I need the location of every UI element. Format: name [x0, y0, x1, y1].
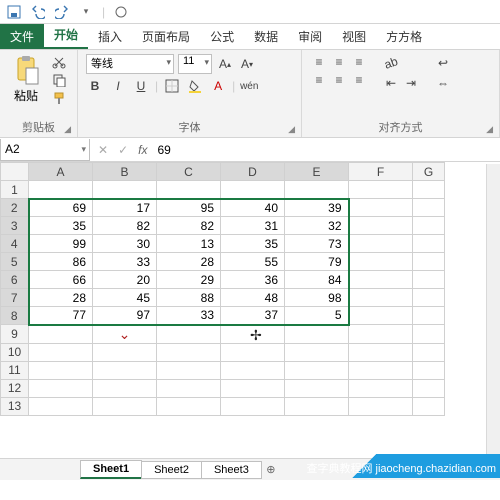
tab-extra[interactable]: 方方格	[376, 24, 432, 49]
col-header[interactable]: E	[285, 163, 349, 181]
tab-insert[interactable]: 插入	[88, 24, 132, 49]
row-header[interactable]: 9	[1, 325, 29, 344]
chevron-down-icon: ⌄	[93, 326, 156, 343]
quick-access-toolbar: ▾ |	[0, 0, 500, 24]
group-clipboard: 粘贴 剪贴板◢	[0, 50, 78, 137]
col-header[interactable]: G	[413, 163, 445, 181]
touch-mode-icon[interactable]	[113, 4, 129, 20]
active-cell[interactable]: 69	[29, 199, 93, 217]
row-header[interactable]: 12	[1, 379, 29, 397]
align-top-icon[interactable]: ≡	[310, 54, 328, 70]
row-header[interactable]: 3	[1, 217, 29, 235]
cut-icon[interactable]	[50, 54, 68, 70]
formula-value[interactable]: 69	[155, 143, 172, 157]
col-header[interactable]: F	[349, 163, 413, 181]
copy-icon[interactable]	[50, 72, 68, 88]
row-header[interactable]: 1	[1, 181, 29, 199]
dialog-launcher-icon[interactable]: ◢	[486, 124, 493, 135]
row-header[interactable]: 6	[1, 271, 29, 289]
tab-file[interactable]: 文件	[0, 24, 44, 49]
cancel-icon[interactable]: ✕	[98, 143, 108, 157]
indent-decrease-icon[interactable]: ⇤	[382, 74, 400, 92]
vertical-scrollbar[interactable]	[486, 164, 500, 456]
row-header[interactable]: 5	[1, 253, 29, 271]
grow-font-icon[interactable]: A▴	[216, 55, 234, 73]
align-center-icon[interactable]: ≡	[330, 72, 348, 88]
italic-button[interactable]: I	[109, 77, 127, 95]
underline-button[interactable]: U	[132, 77, 150, 95]
sheet-tab[interactable]: Sheet2	[141, 461, 202, 479]
tab-view[interactable]: 视图	[332, 24, 376, 49]
merge-center-icon[interactable]: ⇔	[434, 74, 452, 92]
sheet-tab[interactable]: Sheet1	[80, 460, 142, 479]
row-header[interactable]: 8	[1, 307, 29, 325]
formula-bar: A2 ✕ ✓ fx 69	[0, 138, 500, 162]
tab-formulas[interactable]: 公式	[200, 24, 244, 49]
font-name-select[interactable]: 等线	[86, 54, 174, 74]
align-grid: ≡≡≡ ≡≡≡	[310, 54, 368, 88]
phonetic-icon[interactable]: wén	[240, 77, 258, 95]
row-header[interactable]: 2	[1, 199, 29, 217]
font-color-icon[interactable]: A	[209, 77, 227, 95]
paste-button[interactable]: 粘贴	[8, 54, 44, 106]
tab-layout[interactable]: 页面布局	[132, 24, 200, 49]
save-icon[interactable]	[6, 4, 22, 20]
group-alignment: ≡≡≡ ≡≡≡ ab ⇤ ⇥ ↩ ⇔ 对齐方式◢	[302, 50, 500, 137]
grid[interactable]: A B C D E F G 1 26917954039 33582823132 …	[0, 162, 445, 416]
shrink-font-icon[interactable]: A▾	[238, 55, 256, 73]
tab-review[interactable]: 审阅	[288, 24, 332, 49]
orientation-icon[interactable]: ab	[379, 51, 402, 74]
undo-icon[interactable]	[30, 4, 46, 20]
name-box[interactable]: A2	[0, 139, 90, 161]
align-right-icon[interactable]: ≡	[350, 72, 368, 88]
col-header[interactable]: C	[157, 163, 221, 181]
wrap-text-icon[interactable]: ↩	[434, 54, 452, 72]
group-label-font: 字体◢	[86, 118, 293, 135]
col-header[interactable]: D	[221, 163, 285, 181]
col-header[interactable]: A	[29, 163, 93, 181]
ribbon-tabs: 文件 开始 插入 页面布局 公式 数据 审阅 视图 方方格	[0, 24, 500, 50]
tab-data[interactable]: 数据	[244, 24, 288, 49]
paste-label: 粘贴	[14, 87, 38, 104]
row-header[interactable]: 10	[1, 343, 29, 361]
borders-icon[interactable]	[163, 77, 181, 95]
row-header[interactable]: 13	[1, 397, 29, 415]
enter-icon[interactable]: ✓	[118, 143, 128, 157]
select-all-corner[interactable]	[1, 163, 29, 181]
fill-color-icon[interactable]	[186, 77, 204, 95]
qat-more-icon[interactable]: ▾	[78, 4, 94, 20]
group-label-clipboard: 剪贴板◢	[8, 118, 69, 135]
watermark: 查字典教程网 jiaocheng.chazidian.com	[278, 454, 500, 478]
align-left-icon[interactable]: ≡	[310, 72, 328, 88]
group-font: 等线 11 A▴ A▾ B I U | A | wén 字体◢	[78, 50, 302, 137]
tab-home[interactable]: 开始	[44, 22, 88, 49]
align-middle-icon[interactable]: ≡	[330, 54, 348, 70]
dialog-launcher-icon[interactable]: ◢	[64, 124, 71, 135]
group-label-align: 对齐方式◢	[310, 118, 491, 135]
format-painter-icon[interactable]	[50, 90, 68, 106]
worksheet-area: A B C D E F G 1 26917954039 33582823132 …	[0, 162, 500, 458]
row-header[interactable]: 11	[1, 361, 29, 379]
fx-icon[interactable]: fx	[138, 143, 147, 157]
col-header[interactable]: B	[93, 163, 157, 181]
row-header[interactable]: 4	[1, 235, 29, 253]
font-size-select[interactable]: 11	[178, 54, 212, 74]
indent-increase-icon[interactable]: ⇥	[402, 74, 420, 92]
align-bottom-icon[interactable]: ≡	[350, 54, 368, 70]
dialog-launcher-icon[interactable]: ◢	[288, 124, 295, 135]
row-header[interactable]: 7	[1, 289, 29, 307]
ribbon: 粘贴 剪贴板◢ 等线 11 A▴ A▾ B I U |	[0, 50, 500, 138]
bold-button[interactable]: B	[86, 77, 104, 95]
sheet-tab[interactable]: Sheet3	[201, 461, 262, 479]
redo-icon[interactable]	[54, 4, 70, 20]
